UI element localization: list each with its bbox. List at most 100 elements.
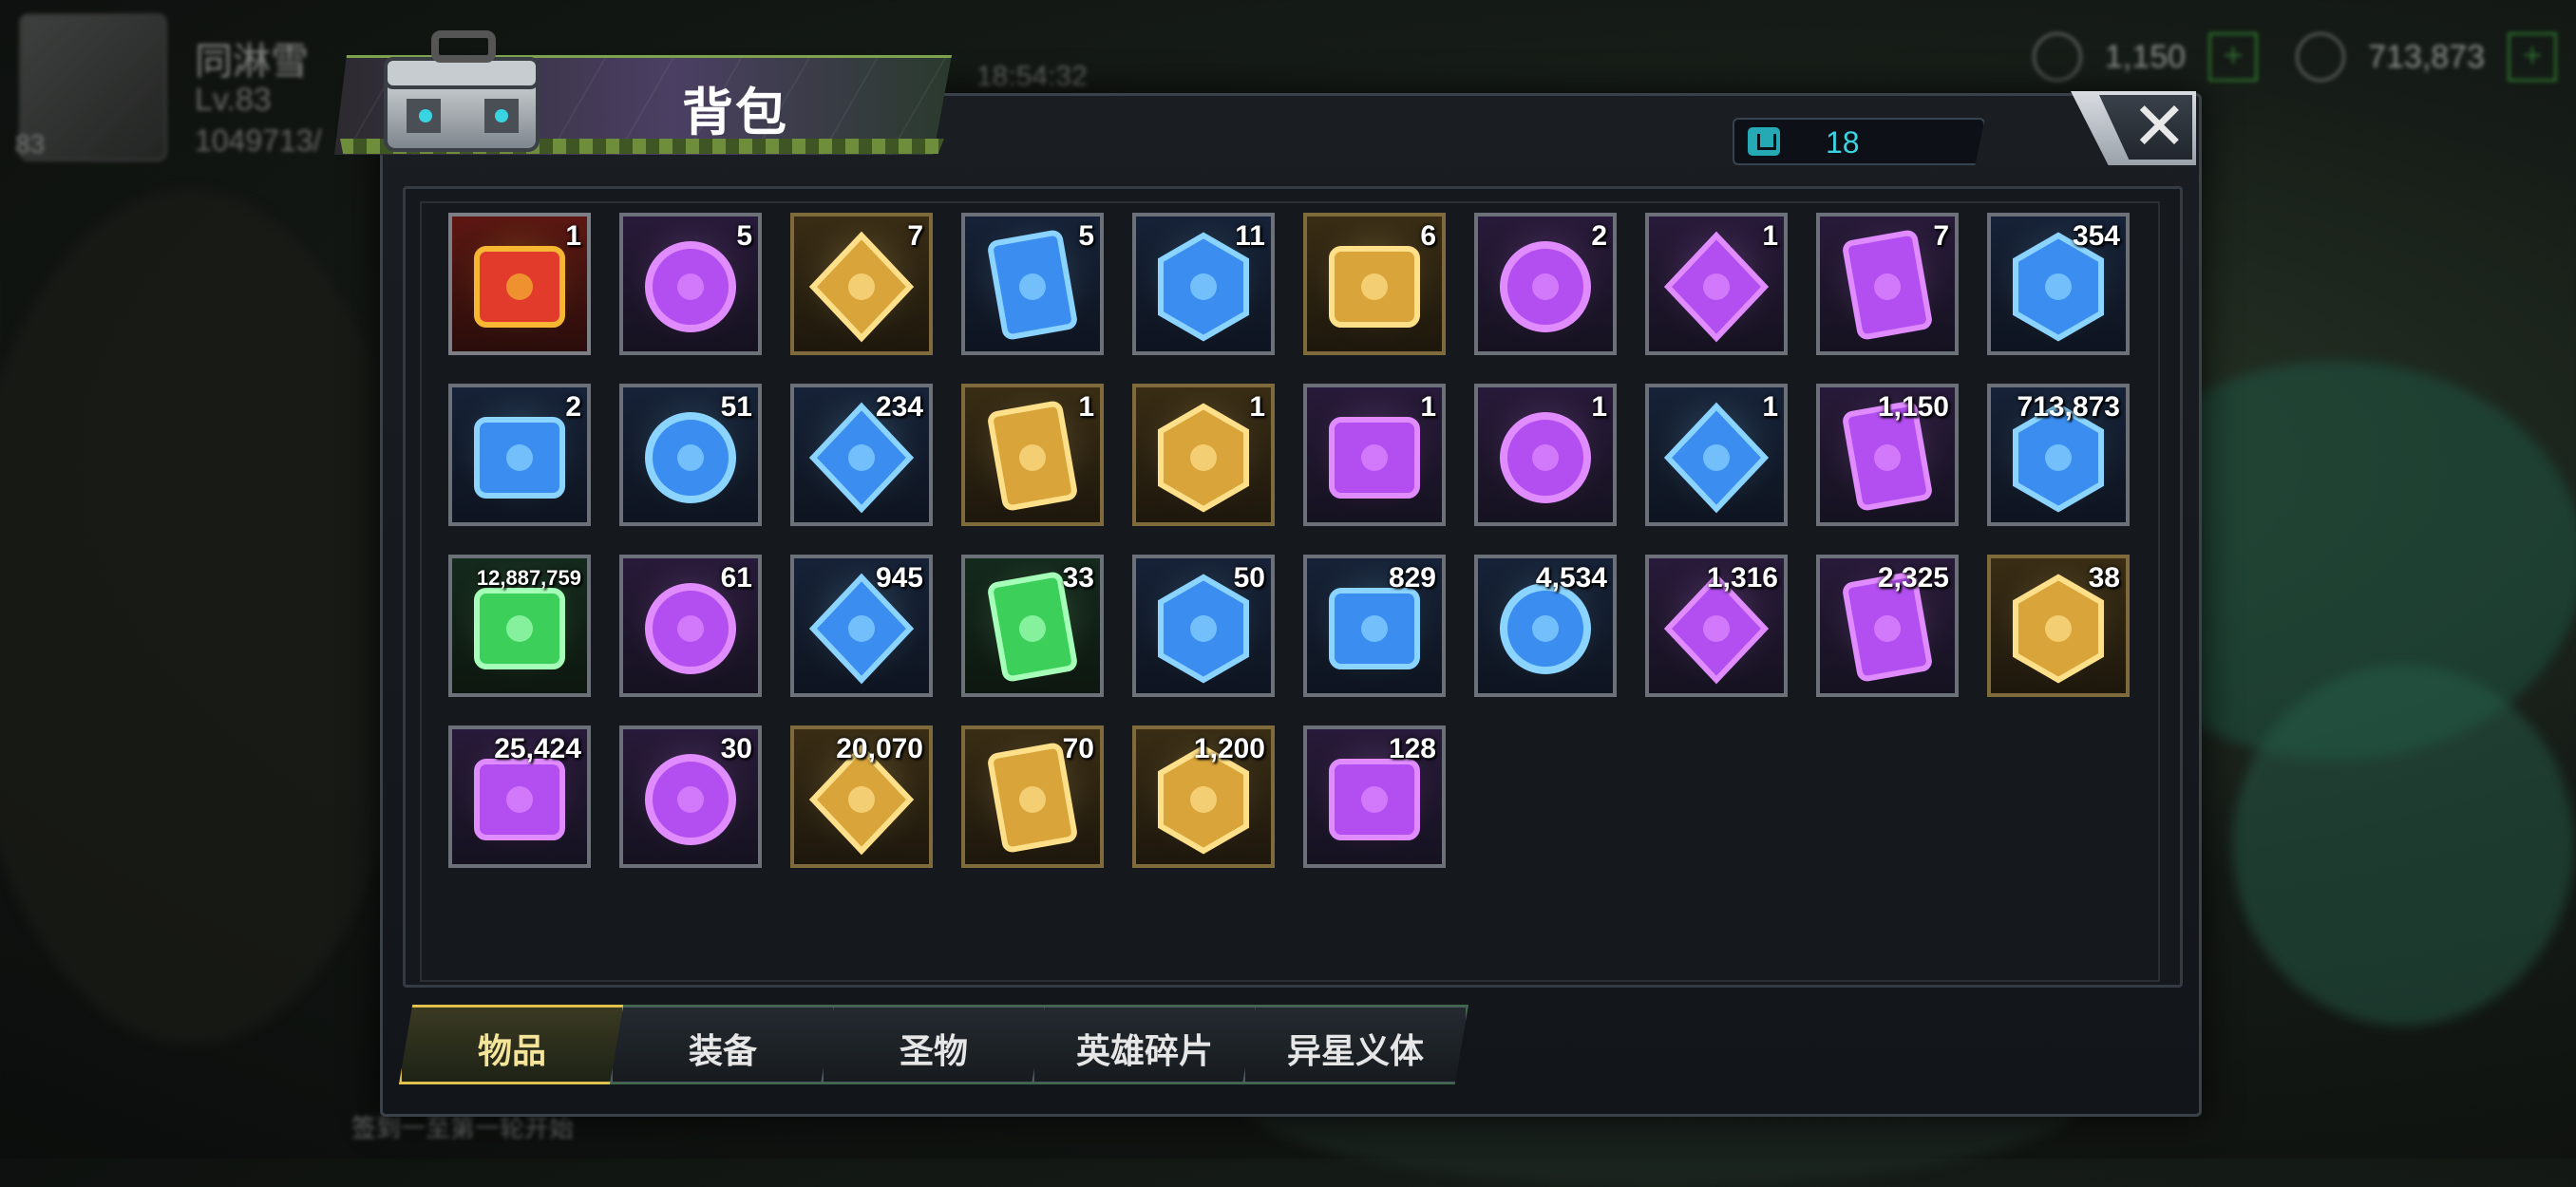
bag-count-value: 18 (1826, 125, 1860, 160)
tab-3[interactable]: 英雄碎片 (1032, 1005, 1258, 1084)
item-count: 38 (2088, 562, 2120, 594)
inventory-item[interactable]: 25,424 (448, 725, 591, 868)
police-badge-icon (1824, 220, 1951, 348)
item-count: 945 (875, 562, 923, 594)
inventory-item[interactable]: 1 (1132, 384, 1275, 526)
item-count: 5 (1078, 220, 1094, 252)
inventory-item[interactable]: 1,150 (1816, 384, 1959, 526)
inventory-item[interactable]: 945 (790, 555, 933, 697)
close-icon[interactable]: ✕ (2131, 87, 2188, 165)
4h-speedup-card-icon (969, 220, 1096, 348)
item-count: 1,316 (1706, 562, 1778, 594)
item-count: 1 (1249, 391, 1265, 423)
inventory-item[interactable]: 33 (961, 555, 1104, 697)
inventory-item[interactable]: 2,325 (1816, 555, 1959, 697)
tab-label: 物品 (477, 1031, 546, 1070)
inventory-item[interactable]: 4,534 (1474, 555, 1617, 697)
demon-mask-icon (1311, 220, 1438, 348)
tab-0[interactable]: 物品 (399, 1005, 625, 1084)
item-count: 1 (1420, 391, 1436, 423)
page-title: 背包 (682, 85, 788, 141)
item-count: 61 (720, 562, 752, 594)
item-count: 2,325 (1877, 562, 1949, 594)
hex-resource-icon (2033, 32, 2082, 82)
item-count: 1 (1762, 391, 1778, 423)
resource-bar: 1,150 + 713,873 + (2033, 32, 2557, 82)
inventory-item[interactable]: 61 (619, 555, 762, 697)
inventory-item[interactable]: 1 (1474, 384, 1617, 526)
item-count: 30 (720, 733, 752, 764)
item-count: 1 (1762, 220, 1778, 252)
inventory-item[interactable]: 1 (1645, 213, 1788, 355)
inventory-item[interactable]: 1 (961, 384, 1104, 526)
inventory-item[interactable]: 5 (961, 213, 1104, 355)
item-count: 1,150 (1877, 391, 1949, 423)
item-count: 2 (565, 391, 581, 423)
inventory-item[interactable]: 50 (1132, 555, 1275, 697)
tab-label: 圣物 (899, 1031, 968, 1070)
inventory-item[interactable]: 829 (1303, 555, 1446, 697)
item-count: 70 (1062, 733, 1094, 764)
clock: 18:54:32 (976, 61, 1088, 92)
inventory-item[interactable]: 1,316 (1645, 555, 1788, 697)
inventory-item[interactable]: 7 (790, 213, 933, 355)
inventory-item[interactable]: 2 (1474, 213, 1617, 355)
inventory-item[interactable]: 38 (1987, 555, 2130, 697)
inventory-item[interactable]: 2 (448, 384, 591, 526)
inventory-item[interactable]: 7 (1816, 213, 1959, 355)
item-count: 7 (1933, 220, 1949, 252)
player-power: 1049713/ (195, 123, 322, 158)
item-count: 25,424 (494, 733, 581, 764)
item-count: 829 (1388, 562, 1436, 594)
inventory-item[interactable]: 1,200 (1132, 725, 1275, 868)
inventory-item[interactable]: 1 (1645, 384, 1788, 526)
inventory-item[interactable]: 51 (619, 384, 762, 526)
inventory-item[interactable]: 11 (1132, 213, 1275, 355)
inventory-item[interactable]: 12,887,759 (448, 555, 591, 697)
inventory-item[interactable]: 1 (1303, 384, 1446, 526)
inventory-item[interactable]: 20,070 (790, 725, 933, 868)
tab-4[interactable]: 异星义体 (1242, 1005, 1468, 1084)
24h-speedup-card-icon (798, 220, 925, 348)
rotation-device-icon (627, 220, 754, 348)
item-count: 1,200 (1193, 733, 1265, 764)
bag-capacity: 18 (1733, 118, 1985, 165)
coin-resource-icon (2296, 32, 2346, 82)
blueprint-boot-icon (1653, 391, 1780, 518)
tab-2[interactable]: 圣物 (821, 1005, 1047, 1084)
inventory-item[interactable]: 6 (1303, 213, 1446, 355)
tab-label: 英雄碎片 (1075, 1031, 1213, 1070)
inventory-item[interactable]: 5 (619, 213, 762, 355)
inventory-item[interactable]: 713,873 (1987, 384, 2130, 526)
inventory-item[interactable]: 354 (1987, 213, 2130, 355)
item-count: 4,534 (1535, 562, 1607, 594)
item-count: 7 (907, 220, 923, 252)
item-count: 50 (1233, 562, 1265, 594)
inventory-item[interactable]: 70 (961, 725, 1104, 868)
sss-chest-icon (456, 220, 583, 348)
item-count: 11 (1235, 220, 1265, 252)
inventory-item[interactable]: 30 (619, 725, 762, 868)
blueprint-pistol-icon (1311, 391, 1438, 518)
inventory-item[interactable]: 1 (448, 213, 591, 355)
inventory-item[interactable]: 128 (1303, 725, 1446, 868)
tab-label: 装备 (688, 1031, 757, 1070)
resource-1-value: 1,150 (2105, 38, 2187, 75)
blueprint-shirt-icon (1482, 391, 1609, 518)
bag-tabs: 物品 装备 圣物 英雄碎片 异星义体 (399, 1005, 1468, 1084)
item-count: 6 (1420, 220, 1436, 252)
bottle-cap-s-icon (1653, 220, 1780, 348)
chest-icon (384, 30, 540, 152)
item-count: 1 (1078, 391, 1094, 423)
resource-2-value: 713,873 (2368, 38, 2485, 75)
blueprint-swords-icon (969, 391, 1096, 518)
item-count: 1 (1591, 391, 1607, 423)
item-grid: 1 5 7 5 11 6 2 1 7 354 2 51 234 1 1 1 1 1 1,150 713,873 12,8… (448, 213, 2130, 868)
bag-icon (1748, 127, 1780, 156)
tab-label: 异星义体 (1286, 1031, 1424, 1070)
tab-1[interactable]: 装备 (610, 1005, 836, 1084)
inventory-item[interactable]: 234 (790, 384, 933, 526)
item-count: 713,873 (2017, 391, 2120, 423)
item-count: 1 (565, 220, 581, 252)
item-count: 20,070 (836, 733, 923, 764)
